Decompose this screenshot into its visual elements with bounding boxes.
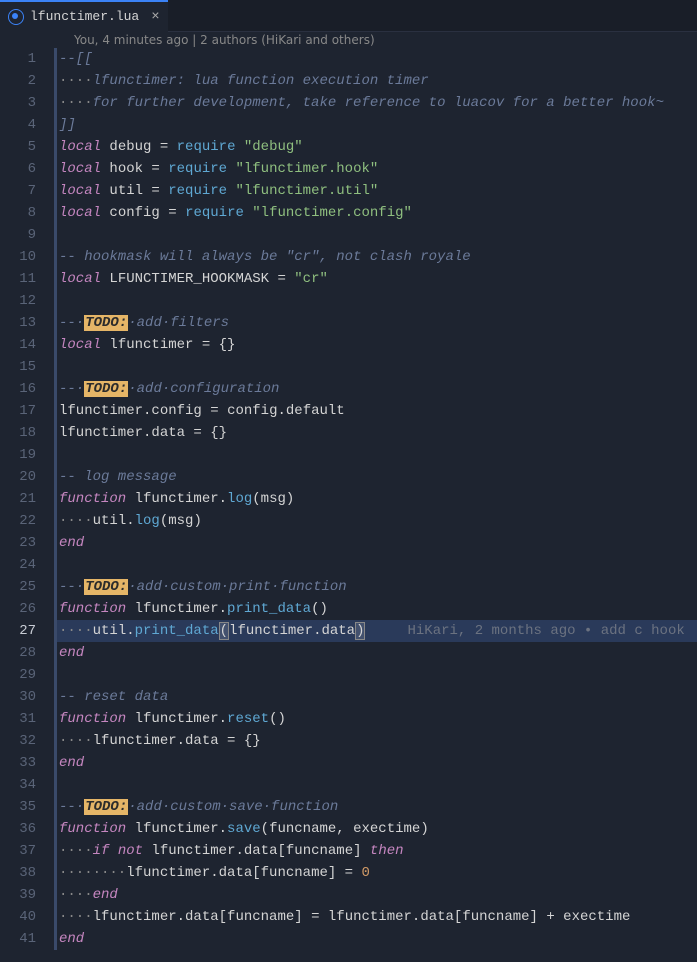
line-number: 22 — [14, 510, 36, 532]
tab-bar: lfunctimer.lua × — [0, 0, 697, 32]
line-number: 20 — [14, 466, 36, 488]
line-number: 27 — [14, 620, 36, 642]
line-number: 14 — [14, 334, 36, 356]
line-number-gutter: 1234567891011121314151617181920212223242… — [0, 48, 54, 950]
line-number: 11 — [14, 268, 36, 290]
line-number: 36 — [14, 818, 36, 840]
line-number: 41 — [14, 928, 36, 950]
line-number: 12 — [14, 290, 36, 312]
line-number: 21 — [14, 488, 36, 510]
line-number: 39 — [14, 884, 36, 906]
line-number: 26 — [14, 598, 36, 620]
code-area[interactable]: --[[ ····lfunctimer: lua function execut… — [54, 48, 697, 950]
line-number: 15 — [14, 356, 36, 378]
line-number: 2 — [14, 70, 36, 92]
line-number: 33 — [14, 752, 36, 774]
line-number: 9 — [14, 224, 36, 246]
line-number: 17 — [14, 400, 36, 422]
line-number: 38 — [14, 862, 36, 884]
line-number: 10 — [14, 246, 36, 268]
line-number: 28 — [14, 642, 36, 664]
line-number: 40 — [14, 906, 36, 928]
code-editor[interactable]: 1234567891011121314151617181920212223242… — [0, 48, 697, 950]
line-number: 5 — [14, 136, 36, 158]
line-number: 37 — [14, 840, 36, 862]
line-number: 30 — [14, 686, 36, 708]
line-number: 1 — [14, 48, 36, 70]
code-text: --[[ — [59, 51, 93, 67]
line-number: 35 — [14, 796, 36, 818]
blame-annotation[interactable]: You, 4 minutes ago | 2 authors (HiKari a… — [0, 32, 697, 48]
line-number: 16 — [14, 378, 36, 400]
line-number: 6 — [14, 158, 36, 180]
line-number: 4 — [14, 114, 36, 136]
current-line: ····util.print_data(lfunctimer.data) HiK… — [57, 620, 697, 642]
line-number: 13 — [14, 312, 36, 334]
tab-filename: lfunctimer.lua — [30, 9, 139, 24]
line-number: 34 — [14, 774, 36, 796]
line-number: 24 — [14, 554, 36, 576]
line-number: 3 — [14, 92, 36, 114]
lua-file-icon — [8, 9, 24, 25]
line-number: 8 — [14, 202, 36, 224]
tab-lfunctimer[interactable]: lfunctimer.lua × — [0, 0, 168, 32]
inline-blame: HiKari, 2 months ago • add c hook — [408, 623, 685, 639]
line-number: 23 — [14, 532, 36, 554]
tab-close-icon[interactable]: × — [151, 9, 159, 25]
line-number: 29 — [14, 664, 36, 686]
line-number: 7 — [14, 180, 36, 202]
line-number: 19 — [14, 444, 36, 466]
line-number: 18 — [14, 422, 36, 444]
line-number: 31 — [14, 708, 36, 730]
line-number: 32 — [14, 730, 36, 752]
line-number: 25 — [14, 576, 36, 598]
